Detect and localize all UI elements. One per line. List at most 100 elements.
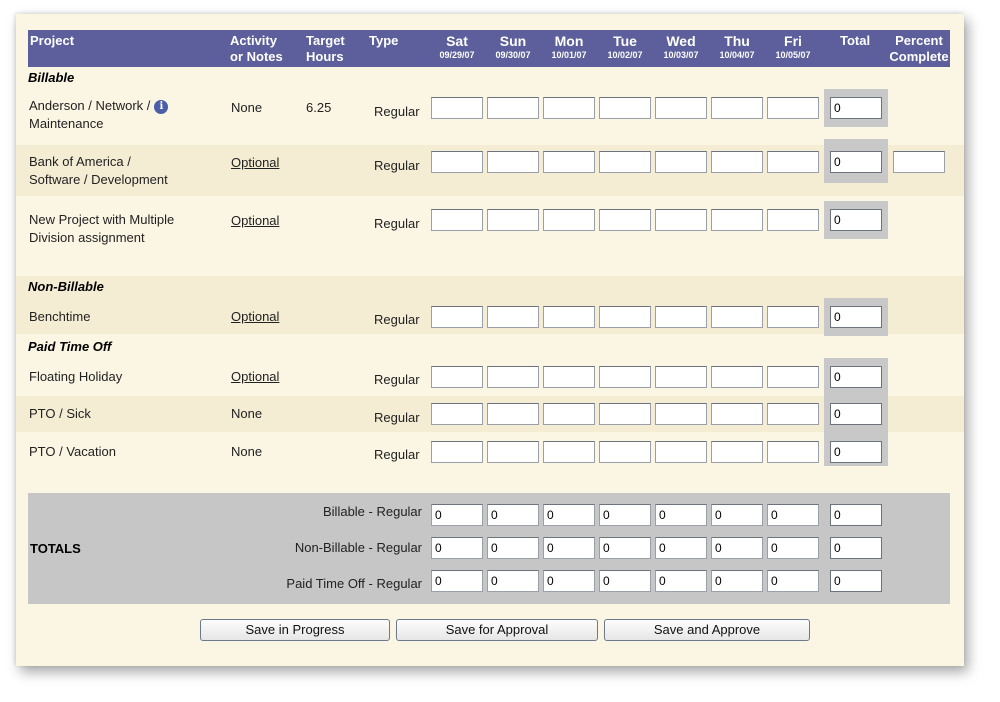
hours-input-tue[interactable] [599, 97, 651, 119]
col-total: Total [840, 33, 871, 48]
hours-input-fri[interactable] [767, 306, 819, 328]
col-day-wed: Wed 10/03/07 [663, 33, 699, 60]
hours-input-tue[interactable] [599, 209, 651, 231]
hours-input-thu[interactable] [711, 403, 763, 425]
hours-input-wed[interactable] [655, 306, 707, 328]
totals-cell-mon[interactable] [543, 537, 595, 559]
hours-input-sun[interactable] [487, 366, 539, 388]
totals-cell-fri[interactable] [767, 570, 819, 592]
totals-cell-thu[interactable] [711, 570, 763, 592]
row-total-input[interactable] [830, 209, 882, 231]
hours-input-tue[interactable] [599, 403, 651, 425]
row-total-input[interactable] [830, 366, 882, 388]
totals-cell-thu[interactable] [711, 537, 763, 559]
type-value: Regular [374, 104, 420, 119]
hours-input-tue[interactable] [599, 441, 651, 463]
hours-input-sun[interactable] [487, 209, 539, 231]
row-total-input[interactable] [830, 441, 882, 463]
totals-cell-sun[interactable] [487, 504, 539, 526]
percent-complete-input[interactable] [893, 151, 945, 173]
totals-cell-fri[interactable] [767, 537, 819, 559]
section-billable: Billable [28, 70, 75, 85]
hours-input-fri[interactable] [767, 209, 819, 231]
hours-input-sat[interactable] [431, 209, 483, 231]
totals-cell-tue[interactable] [599, 570, 651, 592]
totals-cell-mon[interactable] [543, 504, 595, 526]
activity-value: None [231, 100, 263, 115]
hours-input-sun[interactable] [487, 403, 539, 425]
row-total-input[interactable] [830, 97, 882, 119]
hours-input-thu[interactable] [711, 306, 763, 328]
activity-optional-link[interactable]: Optional [231, 368, 279, 386]
hours-input-tue[interactable] [599, 151, 651, 173]
col-percent-complete: Percent Complete [889, 33, 949, 64]
totals-cell-wed[interactable] [655, 504, 707, 526]
hours-input-mon[interactable] [543, 441, 595, 463]
hours-input-thu[interactable] [711, 366, 763, 388]
hours-input-sun[interactable] [487, 306, 539, 328]
hours-input-wed[interactable] [655, 366, 707, 388]
hours-input-sun[interactable] [487, 441, 539, 463]
hours-input-fri[interactable] [767, 441, 819, 463]
hours-input-wed[interactable] [655, 441, 707, 463]
hours-input-wed[interactable] [655, 97, 707, 119]
project-name: PTO / Vacation [29, 444, 116, 459]
totals-cell-total[interactable] [830, 570, 882, 592]
hours-input-thu[interactable] [711, 97, 763, 119]
totals-cell-mon[interactable] [543, 570, 595, 592]
totals-cell-sun[interactable] [487, 537, 539, 559]
row-total-input[interactable] [830, 151, 882, 173]
hours-input-thu[interactable] [711, 151, 763, 173]
activity-optional-link[interactable]: Optional [231, 154, 279, 172]
hours-input-sat[interactable] [431, 403, 483, 425]
hours-input-fri[interactable] [767, 403, 819, 425]
row-total-input[interactable] [830, 403, 882, 425]
activity-optional-link[interactable]: Optional [231, 212, 279, 230]
hours-input-tue[interactable] [599, 306, 651, 328]
hours-input-mon[interactable] [543, 97, 595, 119]
hours-input-wed[interactable] [655, 209, 707, 231]
project-name: Anderson / Network / i Maintenance [29, 97, 169, 133]
totals-cell-wed[interactable] [655, 537, 707, 559]
save-for-approval-button[interactable]: Save for Approval [396, 619, 598, 641]
hours-input-sat[interactable] [431, 441, 483, 463]
save-in-progress-button[interactable]: Save in Progress [200, 619, 390, 641]
hours-input-thu[interactable] [711, 441, 763, 463]
row-total-input[interactable] [830, 306, 882, 328]
project-name: New Project with Multiple Division assign… [29, 212, 175, 245]
totals-cell-wed[interactable] [655, 570, 707, 592]
totals-cell-total[interactable] [830, 504, 882, 526]
totals-cell-sat[interactable] [431, 570, 483, 592]
info-icon[interactable]: i [154, 99, 169, 114]
hours-input-wed[interactable] [655, 151, 707, 173]
hours-input-sat[interactable] [431, 306, 483, 328]
hours-input-fri[interactable] [767, 366, 819, 388]
hours-input-tue[interactable] [599, 366, 651, 388]
totals-cell-sun[interactable] [487, 570, 539, 592]
totals-cell-sat[interactable] [431, 537, 483, 559]
totals-cell-sat[interactable] [431, 504, 483, 526]
totals-cell-thu[interactable] [711, 504, 763, 526]
hours-input-mon[interactable] [543, 209, 595, 231]
activity-optional-link[interactable]: Optional [231, 308, 279, 326]
hours-input-sat[interactable] [431, 151, 483, 173]
hours-input-mon[interactable] [543, 403, 595, 425]
hours-input-mon[interactable] [543, 306, 595, 328]
col-day-sun: Sun 09/30/07 [495, 33, 531, 60]
hours-input-mon[interactable] [543, 366, 595, 388]
totals-cell-total[interactable] [830, 537, 882, 559]
save-and-approve-button[interactable]: Save and Approve [604, 619, 810, 641]
hours-input-wed[interactable] [655, 403, 707, 425]
totals-cell-tue[interactable] [599, 504, 651, 526]
hours-input-sat[interactable] [431, 366, 483, 388]
hours-input-thu[interactable] [711, 209, 763, 231]
hours-input-sun[interactable] [487, 151, 539, 173]
type-value: Regular [374, 158, 420, 173]
totals-cell-fri[interactable] [767, 504, 819, 526]
hours-input-mon[interactable] [543, 151, 595, 173]
hours-input-fri[interactable] [767, 151, 819, 173]
hours-input-sat[interactable] [431, 97, 483, 119]
hours-input-fri[interactable] [767, 97, 819, 119]
totals-cell-tue[interactable] [599, 537, 651, 559]
hours-input-sun[interactable] [487, 97, 539, 119]
